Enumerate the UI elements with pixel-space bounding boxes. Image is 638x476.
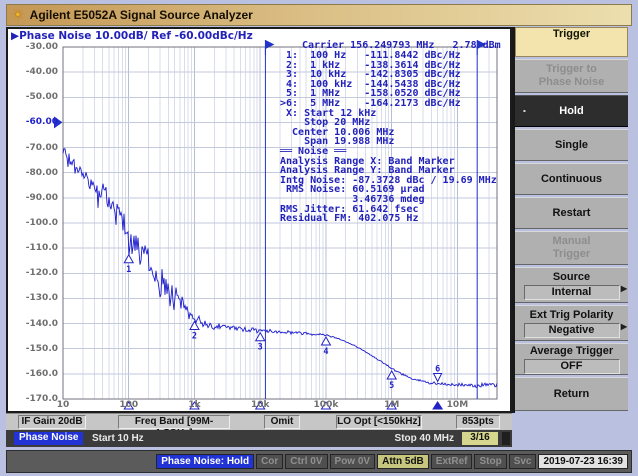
y-axis-label: -60.00 [10, 117, 58, 127]
x-axis-label: 10M [437, 400, 477, 410]
softkey-label: Single [555, 139, 588, 152]
system-indicator-pow-0v: Pow 0V [330, 454, 376, 469]
x-axis-label: 100 [109, 400, 149, 410]
y-axis-label: -70.00 [10, 143, 58, 153]
x-axis-label: 1M [372, 400, 412, 410]
system-indicator-extref: ExtRef [431, 454, 473, 469]
active-key-bullet-icon: ▪ [523, 107, 526, 116]
readout-line: Residual FM: 402.075 Hz [280, 214, 497, 224]
status-box-2[interactable]: Omit [264, 415, 300, 429]
y-axis-label: -130.0 [10, 293, 58, 303]
y-axis-label: -40.00 [10, 67, 58, 77]
statusbar-nub [502, 432, 510, 445]
x-axis-label: 1k [174, 400, 214, 410]
system-indicator-ctrl-0v: Ctrl 0V [285, 454, 327, 469]
softkey-menu-title: Trigger [515, 27, 628, 57]
softkey-continuous[interactable]: Continuous [515, 163, 628, 195]
softkey-label: Manual [553, 235, 591, 248]
y-axis-label: -110.0 [10, 243, 58, 253]
x-axis-label: 100k [306, 400, 346, 410]
softkey-value[interactable]: Internal [524, 285, 620, 300]
softkey-menu: Trigger Trigger toPhase Noise ▪ Hold Single… [512, 27, 628, 413]
marker-6-icon [434, 373, 442, 381]
marker-2-label: 2 [192, 331, 197, 341]
softkey-label: Phase Noise [539, 76, 604, 89]
softkey-hold[interactable]: ▪ Hold [515, 95, 628, 127]
system-indicator-stop: Stop [474, 454, 506, 469]
softkey-single[interactable]: Single [515, 129, 628, 161]
softkey-return[interactable]: Return [515, 377, 628, 411]
submenu-arrow-icon: ▶ [621, 322, 627, 331]
softkey-label: Average Trigger [530, 345, 613, 358]
y-axis-label: -30.00 [10, 42, 58, 52]
softkey-label: Continuous [541, 173, 602, 186]
system-indicator-attn-5db: Attn 5dB [377, 454, 429, 469]
softkey-label: Source [553, 271, 590, 284]
status-box-0[interactable]: IF Gain 20dB [18, 415, 86, 429]
system-status-bar: Phase Noise: HoldCorCtrl 0VPow 0VAttn 5d… [6, 450, 632, 473]
system-indicator-svc: Svc [509, 454, 537, 469]
system-indicator-phase-noise-hold: Phase Noise: Hold [156, 454, 254, 469]
softkey-label: Trigger to [546, 63, 597, 76]
softkey-label: Ext Trig Polarity [530, 309, 614, 322]
page-indicator[interactable]: 3/16 [462, 432, 498, 445]
submenu-arrow-icon: ▶ [621, 284, 627, 293]
band-marker-flag-icon-1 [265, 40, 274, 49]
y-axis-label: -150.0 [10, 344, 58, 354]
y-axis-label: -50.00 [10, 92, 58, 102]
marker-3-label: 3 [258, 343, 263, 353]
status-box-3[interactable]: LO Opt [<150kHz] [336, 415, 422, 429]
softkey-value[interactable]: Negative [524, 323, 620, 338]
sweep-start-label: Start 10 Hz [92, 433, 144, 444]
y-axis-label: -160.0 [10, 369, 58, 379]
e5052a-screen: ☀ Agilent E5052A Signal Source Analyzer … [0, 0, 638, 476]
softkey-source[interactable]: SourceInternal▶ [515, 267, 628, 303]
y-axis-label: -140.0 [10, 319, 58, 329]
softkey-manual-trigger[interactable]: ManualTrigger [515, 231, 628, 265]
sweep-status-bar: Phase Noise Start 10 Hz Stop 40 MHz 3/16 [6, 430, 512, 447]
system-indicator-cor: Cor [256, 454, 283, 469]
measurement-mode-badge[interactable]: Phase Noise [14, 432, 83, 445]
sweep-stop-label: Stop 40 MHz [374, 433, 454, 444]
phase-noise-graph-panel: 123456 ▶Phase Noise 10.00dB/ Ref -60.00d… [6, 27, 512, 413]
softkey-label: Trigger [553, 248, 590, 261]
measurement-status-bar: IF Gain 20dB Freq Band [99M-1.5GHz] Omit LO… [6, 413, 512, 430]
app-sun-icon: ☀ [12, 7, 24, 23]
y-axis-label: -100.0 [10, 218, 58, 228]
system-indicator-2019-07-23-16-39: 2019-07-23 16:39 [538, 454, 628, 469]
softkey-label: Restart [553, 207, 591, 220]
softkey-restart[interactable]: Restart [515, 197, 628, 229]
y-axis-label: -80.00 [10, 168, 58, 178]
trace-scale-header: ▶Phase Noise 10.00dB/ Ref -60.00dBc/Hz [11, 30, 253, 42]
y-axis-label: -90.00 [10, 193, 58, 203]
softkey-label: Return [554, 388, 589, 401]
marker-1-label: 1 [126, 265, 131, 275]
window-title: Agilent E5052A Signal Source Analyzer [30, 8, 253, 22]
x-axis-label: 10 [43, 400, 83, 410]
softkey-ext-trig-polarity[interactable]: Ext Trig PolarityNegative▶ [515, 305, 628, 341]
marker-readout-table: 1: 100 Hz -111.8442 dBc/Hz 2: 1 kHz -138… [280, 51, 497, 224]
status-box-4[interactable]: 853pts [456, 415, 500, 429]
softkey-label: Hold [559, 105, 583, 118]
window-titlebar: ☀ Agilent E5052A Signal Source Analyzer [6, 4, 632, 26]
marker-5-label: 5 [389, 381, 394, 391]
x-axis-label: 10k [240, 400, 280, 410]
softkey-value[interactable]: OFF [524, 359, 620, 374]
marker-4-label: 4 [323, 347, 328, 357]
y-axis-label: -120.0 [10, 268, 58, 278]
softkey-average-trigger[interactable]: Average TriggerOFF [515, 343, 628, 375]
softkey-trigger-to-phase-noise[interactable]: Trigger toPhase Noise [515, 59, 628, 93]
status-box-1[interactable]: Freq Band [99M-1.5GHz] [118, 415, 230, 429]
